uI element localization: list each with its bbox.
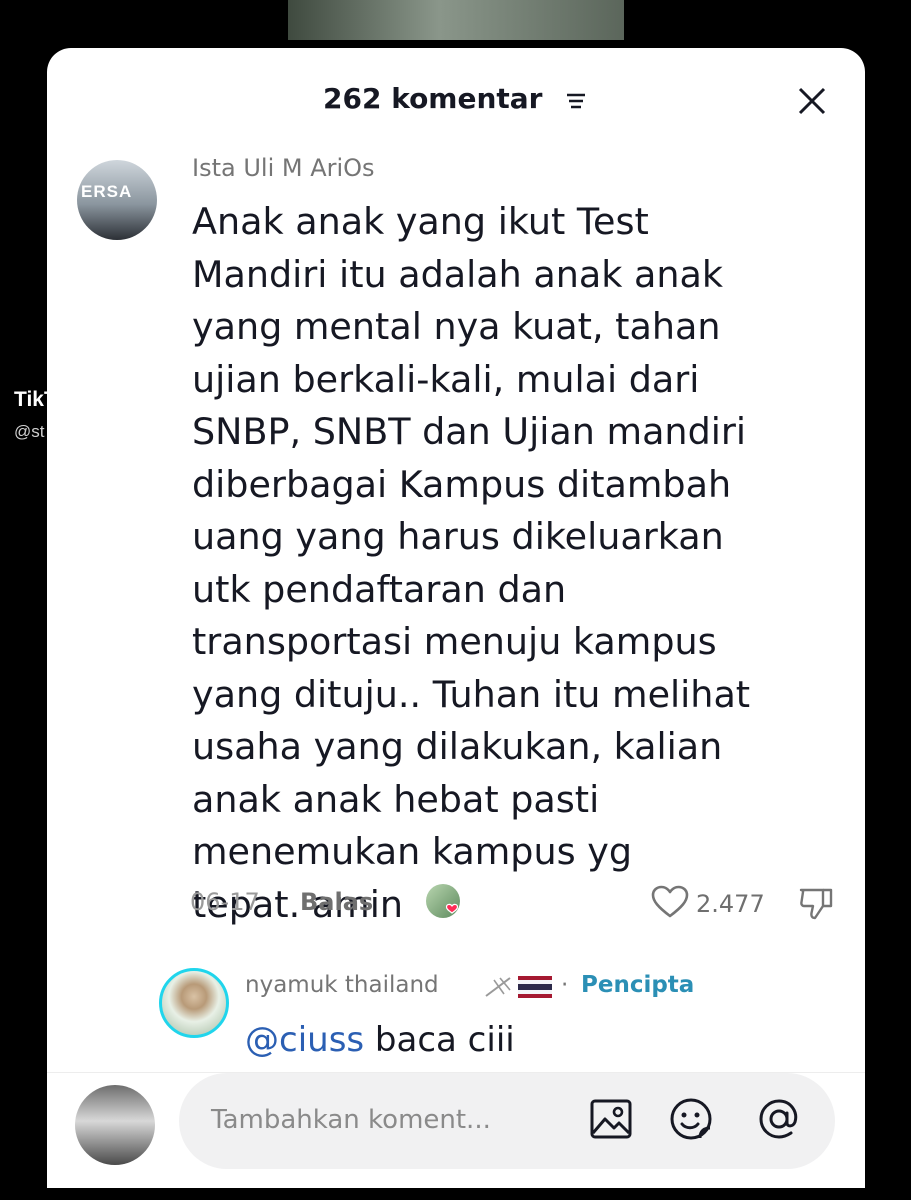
at-icon[interactable] [755,1095,803,1143]
heart-badge-icon [445,903,459,914]
heart-outline-icon[interactable] [650,884,690,920]
comments-sheet: 262 komentar ERSA Ista Uli M AriOs Anak … [47,48,865,1188]
current-user-avatar [75,1085,155,1165]
close-icon[interactable] [793,82,831,120]
avatar-text: ERSA [81,182,133,201]
comments-header: 262 komentar [47,48,865,148]
thumbs-down-icon[interactable] [797,884,835,922]
mosquito-thailand-flag-icon [485,976,552,998]
reply-separator: · [561,972,569,998]
reply-avatar[interactable] [159,968,229,1038]
comment-date: 06-17 [190,888,260,916]
creator-badge: Pencipta [581,972,695,998]
filter-lines-icon[interactable] [565,90,587,112]
image-icon[interactable] [587,1095,635,1143]
comment-input-placeholder: Tambahkan koment... [211,1105,491,1135]
video-preview-strip [288,0,624,40]
reply-author[interactable]: nyamuk thailand [245,972,439,998]
reply-text: @ciuss baca ciii [245,1020,515,1060]
emoji-icon[interactable] [667,1095,715,1143]
commenter-avatar[interactable]: ERSA [77,160,157,240]
creator-liked-badge [426,884,460,918]
comment-author[interactable]: Ista Uli M AriOs [192,154,375,182]
comment-text: Anak anak yang ikut Test Mandiri itu ada… [192,200,751,926]
comment-composer: Tambahkan koment... [47,1072,865,1188]
reply-button[interactable]: Balas [300,888,373,916]
reply-body: baca ciii [364,1020,515,1060]
reply-mention[interactable]: @ciuss [245,1020,364,1060]
comment-meta-row: 06-17 Balas 2.477 [190,884,840,924]
comment-input[interactable]: Tambahkan koment... [179,1073,835,1169]
tiktok-handle: @st [14,422,45,441]
like-count: 2.477 [696,890,765,918]
comment-count: 262 komentar [323,82,543,115]
